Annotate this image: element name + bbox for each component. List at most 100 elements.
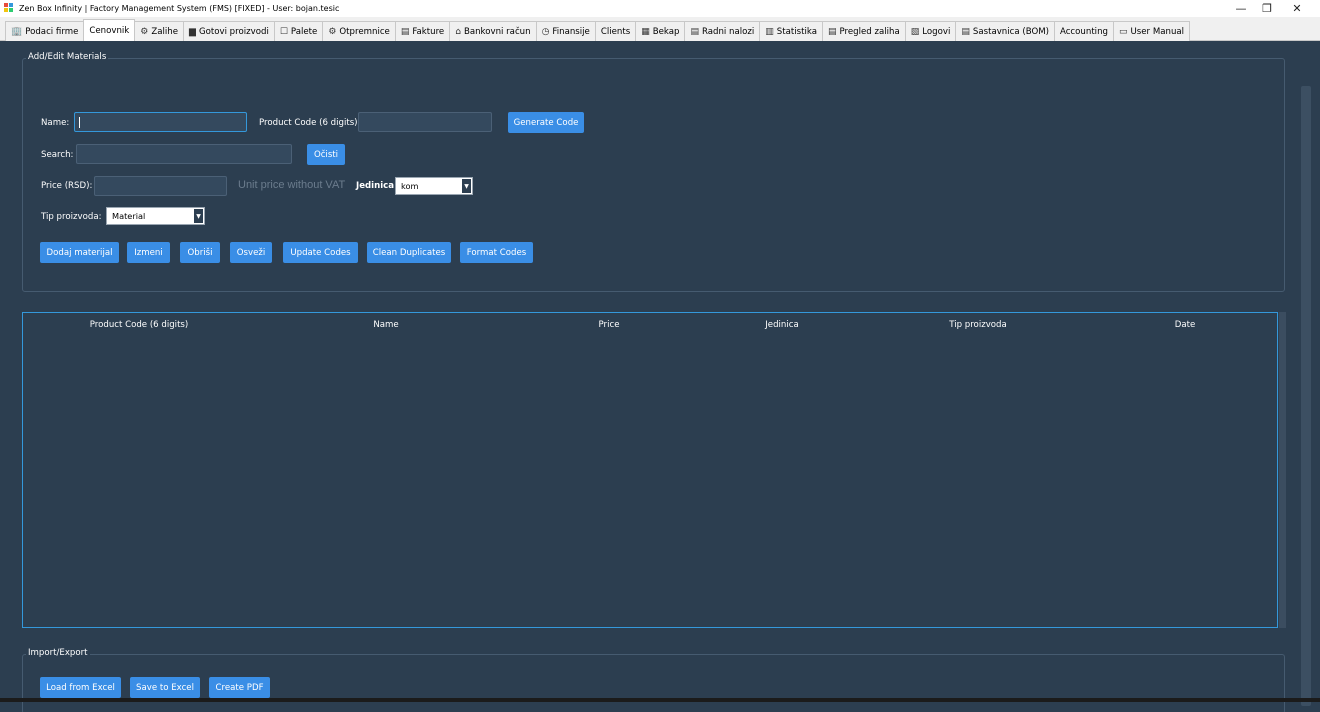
table-scrollbar[interactable] xyxy=(1279,312,1286,628)
page-scrollbar[interactable] xyxy=(1301,86,1311,706)
tab-label: Statistika xyxy=(776,26,817,37)
tab-label: Zalihe xyxy=(151,26,179,37)
name-input[interactable] xyxy=(74,112,247,132)
create-pdf-button[interactable]: Create PDF xyxy=(209,677,270,698)
tab-label: Podaci firme xyxy=(25,26,79,37)
tab-bar: 🏢 Podaci firme Cenovnik ⚙ Zalihe ▆ Gotovi p… xyxy=(0,17,1320,41)
product-type-select[interactable]: Material ▼ xyxy=(106,207,205,225)
tab-label: Otpremnice xyxy=(339,26,390,37)
tab-label: Sastavnica (BOM) xyxy=(972,26,1049,37)
tab-bekap[interactable]: ▦ Bekap xyxy=(635,21,686,41)
refresh-button[interactable]: Osveži xyxy=(230,242,272,263)
cenovnik-panel: Add/Edit Materials Name: Product Code (6… xyxy=(0,41,1320,712)
clipboard-icon: ▤ xyxy=(827,26,837,37)
tab-accounting[interactable]: Accounting xyxy=(1053,21,1114,41)
product-code-input[interactable] xyxy=(358,112,492,132)
import-export-title: Import/Export xyxy=(26,648,90,658)
tab-radni-nalozi[interactable]: ▤ Radni nalozi xyxy=(684,21,761,41)
document-icon: ▤ xyxy=(400,26,410,37)
tab-clients[interactable]: Clients xyxy=(594,21,637,41)
column-header-date[interactable]: Date xyxy=(1175,320,1196,330)
add-edit-materials-title: Add/Edit Materials xyxy=(26,52,109,62)
product-type-value: Material xyxy=(112,211,146,221)
tab-label: Bankovni račun xyxy=(463,26,531,37)
column-header-price[interactable]: Price xyxy=(599,320,620,330)
format-codes-button[interactable]: Format Codes xyxy=(460,242,533,263)
app-logo-icon xyxy=(4,3,15,14)
tab-logovi[interactable]: ▧ Logovi xyxy=(904,21,957,41)
tab-pregled-zaliha[interactable]: ▤ Pregled zaliha xyxy=(821,21,906,41)
log-icon: ▧ xyxy=(910,26,920,37)
product-type-label: Tip proizvoda: xyxy=(41,212,102,222)
materials-table[interactable]: Product Code (6 digits) Name Price Jedin… xyxy=(22,312,1278,628)
tab-sastavnica-bom[interactable]: ▤ Sastavnica (BOM) xyxy=(955,21,1055,41)
product-code-label: Product Code (6 digits) xyxy=(259,118,358,128)
title-bar: Zen Box Infinity | Factory Management Sy… xyxy=(0,0,1320,17)
save-to-excel-button[interactable]: Save to Excel xyxy=(130,677,200,698)
gear-icon: ⚙ xyxy=(328,26,337,37)
clear-search-button[interactable]: Očisti xyxy=(307,144,345,165)
tab-finansije[interactable]: ◷ Finansije xyxy=(535,21,596,41)
generate-code-button[interactable]: Generate Code xyxy=(508,112,584,133)
search-input[interactable] xyxy=(76,144,292,164)
column-header-product-type[interactable]: Tip proizvoda xyxy=(949,320,1007,330)
tab-zalihe[interactable]: ⚙ Zalihe xyxy=(134,21,185,41)
clipboard-icon: ▤ xyxy=(961,26,970,37)
building-icon: 🏢 xyxy=(11,26,23,37)
tab-label: Bekap xyxy=(652,26,680,37)
text-caret xyxy=(79,117,80,128)
column-header-name[interactable]: Name xyxy=(373,320,398,330)
gear-icon: ⚙ xyxy=(140,26,149,37)
tab-label: Accounting xyxy=(1059,26,1108,37)
close-button[interactable]: ✕ xyxy=(1282,0,1312,17)
maximize-button[interactable]: ❐ xyxy=(1252,0,1282,17)
tab-label: Clients xyxy=(600,26,631,37)
tab-gotovi-proizvodi[interactable]: ▆ Gotovi proizvodi xyxy=(183,21,275,41)
price-label: Price (RSD): xyxy=(41,181,93,191)
save-icon: ▦ xyxy=(641,26,650,37)
price-hint: Unit price without VAT xyxy=(238,179,346,191)
tab-user-manual[interactable]: ▭ User Manual xyxy=(1112,21,1191,41)
tab-label: Palete xyxy=(290,26,318,37)
edit-button[interactable]: Izmeni xyxy=(127,242,170,263)
book-icon: ▭ xyxy=(1118,26,1128,37)
tab-label: Cenovnik xyxy=(89,25,130,36)
tab-statistika[interactable]: ▥ Statistika xyxy=(759,21,823,41)
tab-label: Pregled zaliha xyxy=(839,26,900,37)
delete-button[interactable]: Obriši xyxy=(180,242,220,263)
load-from-excel-button[interactable]: Load from Excel xyxy=(40,677,121,698)
bottom-strip xyxy=(0,698,1320,702)
unit-select-value: kom xyxy=(401,181,419,191)
dropdown-arrow-icon: ▼ xyxy=(462,179,471,193)
column-header-unit[interactable]: Jedinica xyxy=(765,320,799,330)
price-input[interactable] xyxy=(94,176,227,196)
window-title: Zen Box Infinity | Factory Management Sy… xyxy=(19,4,340,13)
search-label: Search: xyxy=(41,150,74,160)
clipboard-icon: ▤ xyxy=(690,26,699,37)
tab-label: Finansije xyxy=(552,26,590,37)
tab-label: User Manual xyxy=(1130,26,1185,37)
unit-select[interactable]: kom ▼ xyxy=(395,177,473,195)
tab-label: Logovi xyxy=(922,26,951,37)
table-header: Product Code (6 digits) Name Price Jedin… xyxy=(23,313,1277,337)
add-material-button[interactable]: Dodaj materijal xyxy=(40,242,119,263)
column-header-product-code[interactable]: Product Code (6 digits) xyxy=(90,320,189,330)
name-label: Name: xyxy=(41,118,70,128)
tab-label: Gotovi proizvodi xyxy=(198,26,269,37)
tab-fakture[interactable]: ▤ Fakture xyxy=(394,21,451,41)
unit-label: Jedinica xyxy=(356,181,395,191)
tab-palete[interactable]: ☐ Palete xyxy=(273,21,324,41)
bank-icon: ⌂ xyxy=(455,26,461,37)
tab-list: 🏢 Podaci firme Cenovnik ⚙ Zalihe ▆ Gotovi p… xyxy=(5,19,1191,41)
tab-cenovnik[interactable]: Cenovnik xyxy=(83,19,136,41)
tab-podaci-firme[interactable]: 🏢 Podaci firme xyxy=(5,21,85,41)
dropdown-arrow-icon: ▼ xyxy=(194,209,203,223)
update-codes-button[interactable]: Update Codes xyxy=(283,242,358,263)
tab-otpremnice[interactable]: ⚙ Otpremnice xyxy=(322,21,396,41)
chart-icon: ▥ xyxy=(765,26,774,37)
clean-duplicates-button[interactable]: Clean Duplicates xyxy=(367,242,451,263)
tab-bankovni-racun[interactable]: ⌂ Bankovni račun xyxy=(449,21,537,41)
tab-label: Fakture xyxy=(412,26,445,37)
money-icon: ◷ xyxy=(541,26,550,37)
box-icon: ☐ xyxy=(279,26,288,37)
